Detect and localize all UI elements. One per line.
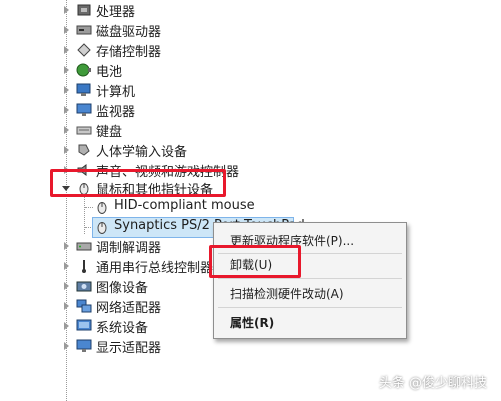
tree-item-computer[interactable]: 计算机	[0, 80, 300, 100]
modem-icon	[76, 239, 92, 253]
hid-icon	[76, 143, 92, 157]
expand-arrow-icon[interactable]	[64, 66, 69, 74]
camera-icon	[76, 279, 92, 293]
tree-item-label: 图像设备	[96, 281, 149, 296]
display-adapter-icon	[76, 339, 92, 353]
tree-item-label: 人体学输入设备	[96, 145, 188, 160]
tree-guide-line	[85, 207, 93, 208]
expand-arrow-icon[interactable]	[64, 146, 69, 154]
tree-item-hid[interactable]: 人体学输入设备	[0, 140, 300, 160]
tree-item-storage-controller[interactable]: 存储控制器	[0, 40, 300, 60]
device-manager-tree: 处理器 磁盘驱动器 存储控制器 电池 计算机 监视器 键盘 人体学输入设备 声音…	[0, 0, 501, 401]
mouse-icon	[94, 200, 110, 214]
tree-item-label: 监视器	[96, 105, 136, 120]
highlight-box-uninstall	[209, 245, 301, 278]
tree-item-keyboard[interactable]: 键盘	[0, 120, 300, 140]
tree-item-label: 电池	[96, 65, 123, 80]
expand-arrow-icon[interactable]	[64, 46, 69, 54]
tree-item-label: 存储控制器	[96, 45, 162, 60]
system-device-icon	[76, 319, 92, 333]
computer-icon	[76, 83, 92, 97]
tree-item-label: 显示适配器	[96, 341, 162, 356]
mouse-icon	[94, 220, 110, 234]
tree-item-label: 调制解调器	[96, 241, 162, 256]
tree-item-display-adapter[interactable]: 显示适配器	[0, 336, 300, 356]
menu-separator	[218, 307, 402, 308]
tree-item-label: 网络适配器	[96, 301, 162, 316]
battery-icon	[76, 63, 92, 77]
keyboard-icon	[76, 123, 92, 137]
tree-item-label: 系统设备	[96, 321, 149, 336]
expand-arrow-icon[interactable]	[64, 86, 69, 94]
menu-separator	[218, 278, 402, 279]
tree-item-label: 处理器	[96, 5, 136, 20]
highlight-box-mouse-category	[50, 169, 226, 197]
expand-arrow-icon[interactable]	[64, 282, 69, 290]
menu-item-scan-hardware[interactable]: 扫描检测硬件改动(A)	[230, 285, 344, 302]
tree-item-network-adapter[interactable]: 网络适配器	[0, 296, 215, 316]
watermark: 头条 @俊少聊科技	[378, 376, 487, 391]
tree-item-label: HID-compliant mouse	[114, 198, 255, 213]
menu-item-properties[interactable]: 属性(R)	[230, 314, 274, 331]
tree-item-label: 通用串行总线控制器	[96, 261, 214, 276]
cpu-icon	[76, 3, 92, 17]
tree-item-label: 键盘	[96, 125, 123, 140]
tree-item-label: 计算机	[96, 85, 136, 100]
expand-arrow-icon[interactable]	[64, 342, 69, 350]
monitor-icon	[76, 103, 92, 117]
tree-item-monitor[interactable]: 监视器	[0, 100, 300, 120]
expand-arrow-icon[interactable]	[64, 322, 69, 330]
tree-item-label: 磁盘驱动器	[96, 25, 162, 40]
expand-arrow-icon[interactable]	[64, 242, 69, 250]
tree-item-camera[interactable]: 图像设备	[0, 276, 215, 296]
tree-item-usb[interactable]: 通用串行总线控制器	[0, 256, 215, 276]
usb-icon	[76, 259, 92, 273]
expand-arrow-icon[interactable]	[64, 106, 69, 114]
expand-arrow-icon[interactable]	[64, 126, 69, 134]
tree-item-battery[interactable]: 电池	[0, 60, 300, 80]
expand-arrow-icon[interactable]	[64, 6, 69, 14]
expand-arrow-icon[interactable]	[64, 302, 69, 310]
context-menu: 更新驱动程序软件(P)... 卸载(U) 扫描检测硬件改动(A) 属性(R)	[213, 222, 407, 339]
storage-controller-icon	[76, 43, 92, 57]
tree-item-hid-mouse[interactable]: HID-compliant mouse	[0, 197, 300, 217]
disk-drive-icon	[76, 23, 92, 37]
expand-arrow-icon[interactable]	[64, 26, 69, 34]
tree-item-system-device[interactable]: 系统设备	[0, 316, 215, 336]
tree-item-cpu[interactable]: 处理器	[0, 0, 300, 20]
network-adapter-icon	[76, 299, 92, 313]
tree-item-disk-drive[interactable]: 磁盘驱动器	[0, 20, 300, 40]
expand-arrow-icon[interactable]	[64, 262, 69, 270]
tree-item-modem[interactable]: 调制解调器	[0, 236, 215, 256]
